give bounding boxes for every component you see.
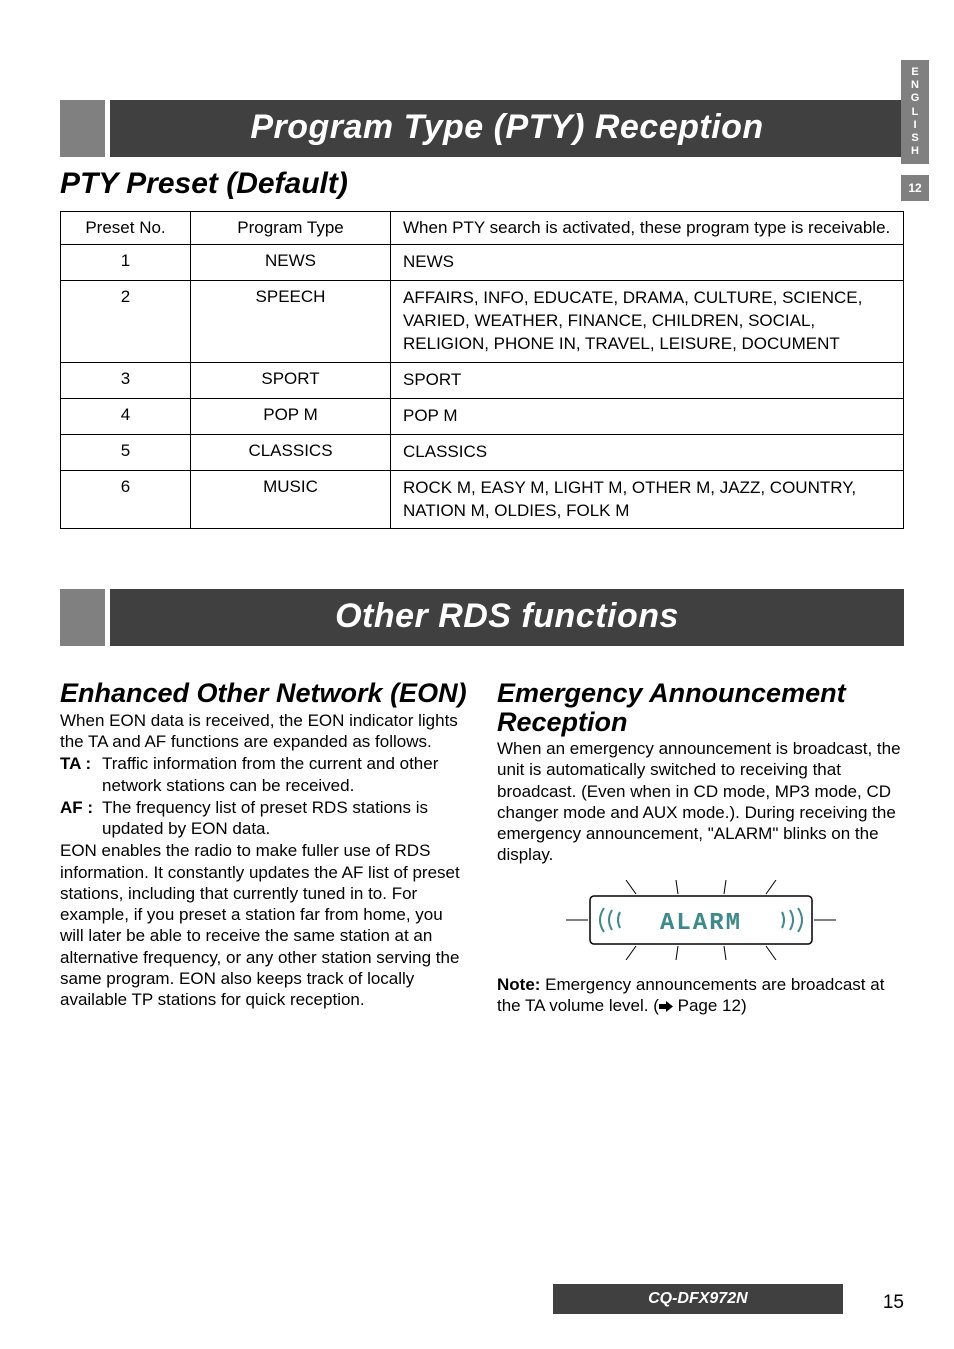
table-row: 6 MUSIC ROCK M, EASY M, LIGHT M, OTHER M… <box>61 470 904 529</box>
cell-program-type: MUSIC <box>191 470 391 529</box>
cell-program-type: POP M <box>191 398 391 434</box>
cell-desc: SPORT <box>391 362 904 398</box>
table-header: Preset No. <box>61 212 191 245</box>
table-header-row: Preset No. Program Type When PTY search … <box>61 212 904 245</box>
model-number: CQ-DFX972N <box>553 1284 843 1314</box>
lang-letter: G <box>901 92 929 105</box>
arrow-right-icon <box>659 996 673 1017</box>
alarm-text: ALARM <box>659 910 741 937</box>
page-number: 15 <box>883 1292 904 1314</box>
cell-preset-no: 3 <box>61 362 191 398</box>
emergency-note: Note: Emergency announcements are broadc… <box>497 974 904 1017</box>
cell-preset-no: 1 <box>61 245 191 281</box>
table-row: 3 SPORT SPORT <box>61 362 904 398</box>
pty-preset-table: Preset No. Program Type When PTY search … <box>60 211 904 529</box>
lang-letter: N <box>901 79 929 92</box>
bullet-tag: TA : <box>60 753 102 796</box>
section-title-lead <box>60 589 105 646</box>
language-tab: E N G L I S H <box>901 60 929 164</box>
bullet-tag: AF : <box>60 797 102 840</box>
cell-desc: AFFAIRS, INFO, EDUCATE, DRAMA, CULTURE, … <box>391 280 904 362</box>
note-page: Page 12) <box>673 996 747 1015</box>
page-footer: CQ-DFX972N 15 <box>60 1284 904 1314</box>
cell-program-type: NEWS <box>191 245 391 281</box>
two-column-layout: Enhanced Other Network (EON) When EON da… <box>60 671 904 1017</box>
subsection-heading: PTY Preset (Default) <box>60 167 904 201</box>
table-row: 4 POP M POP M <box>61 398 904 434</box>
note-label: Note: <box>497 975 540 994</box>
table-header: When PTY search is activated, these prog… <box>391 212 904 245</box>
lang-letter: E <box>901 66 929 79</box>
table-header: Program Type <box>191 212 391 245</box>
eon-heading: Enhanced Other Network (EON) <box>60 679 467 707</box>
section-title-lead <box>60 100 105 157</box>
alarm-svg: ALARM <box>566 880 836 960</box>
cell-preset-no: 5 <box>61 434 191 470</box>
lang-letter: L <box>901 106 929 119</box>
cell-desc: POP M <box>391 398 904 434</box>
cell-desc: ROCK M, EASY M, LIGHT M, OTHER M, JAZZ, … <box>391 470 904 529</box>
cell-desc: CLASSICS <box>391 434 904 470</box>
table-row: 5 CLASSICS CLASSICS <box>61 434 904 470</box>
section-title-bar: Program Type (PTY) Reception <box>60 100 904 157</box>
table-row: 2 SPEECH AFFAIRS, INFO, EDUCATE, DRAMA, … <box>61 280 904 362</box>
section-number: 12 <box>908 181 921 195</box>
cell-program-type: SPEECH <box>191 280 391 362</box>
eon-bullet: AF : The frequency list of preset RDS st… <box>60 797 467 840</box>
eon-column: Enhanced Other Network (EON) When EON da… <box>60 671 467 1017</box>
section-title: Other RDS functions <box>110 589 904 646</box>
lang-letter: I <box>901 119 929 132</box>
cell-preset-no: 6 <box>61 470 191 529</box>
eon-intro: When EON data is received, the EON indic… <box>60 710 467 753</box>
eon-bullet: TA : Traffic information from the curren… <box>60 753 467 796</box>
section-title: Program Type (PTY) Reception <box>110 100 904 157</box>
lang-letter: S <box>901 132 929 145</box>
cell-program-type: SPORT <box>191 362 391 398</box>
emergency-para: When an emergency announcement is broadc… <box>497 738 904 866</box>
alarm-display-illustration: ALARM <box>566 880 836 960</box>
cell-program-type: CLASSICS <box>191 434 391 470</box>
table-row: 1 NEWS NEWS <box>61 245 904 281</box>
cell-preset-no: 4 <box>61 398 191 434</box>
cell-preset-no: 2 <box>61 280 191 362</box>
section-title-bar: Other RDS functions <box>60 589 904 646</box>
cell-desc: NEWS <box>391 245 904 281</box>
lang-letter: H <box>901 145 929 158</box>
section-number-tab: 12 <box>901 175 929 201</box>
emergency-column: Emergency Announcement Reception When an… <box>497 671 904 1017</box>
eon-para: EON enables the radio to make fuller use… <box>60 840 467 1010</box>
emergency-heading: Emergency Announcement Reception <box>497 679 904 736</box>
bullet-text: Traffic information from the current and… <box>102 753 467 796</box>
bullet-text: The frequency list of preset RDS station… <box>102 797 467 840</box>
